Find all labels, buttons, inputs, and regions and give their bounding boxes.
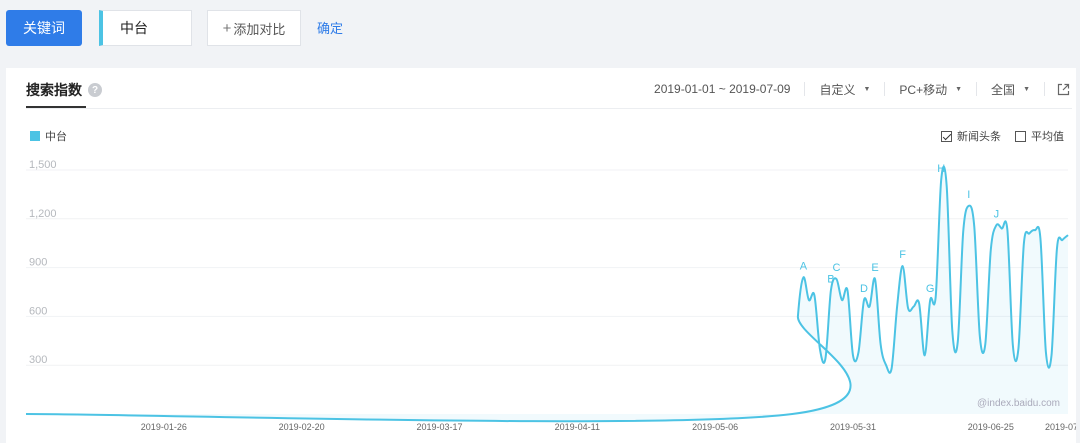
search-index-chart: 300 600 900 1,200 1,500 2019-01-26 2019-02-20 2… (25, 159, 1076, 432)
x-tick-label: 2019-05-31 (830, 422, 876, 432)
y-tick-label: 600 (29, 305, 47, 317)
annotation-label: G (926, 283, 935, 295)
y-tick-label: 1,500 (29, 159, 57, 171)
add-compare-button[interactable]: + 添加对比 (207, 10, 301, 46)
keyword-value: 中台 (120, 20, 148, 36)
plus-icon: + (222, 19, 232, 37)
watermark: @index.baidu.com (977, 398, 1060, 409)
x-tick-label: 2019-04-11 (555, 422, 600, 432)
annotation-label: E (871, 262, 878, 274)
x-tick-label: 2019-02-20 (279, 422, 325, 432)
x-tick-label: 2019-03-17 (416, 422, 462, 432)
annotation-label: A (800, 260, 808, 272)
y-tick-label: 900 (29, 257, 47, 269)
annotation-label: F (899, 249, 906, 261)
search-index-panel: 搜索指数 ? 2019-01-01 ~ 2019-07-09 自定义 ▼ PC+… (6, 68, 1076, 443)
keyword-button[interactable]: 关键词 (6, 10, 82, 46)
x-tick-label: 2019-01-26 (141, 422, 187, 432)
series-area (26, 166, 1068, 422)
annotation-label: D (860, 283, 868, 295)
x-tick-label: 2019-07-09 (1045, 422, 1076, 432)
y-tick-label: 1,200 (29, 208, 57, 220)
annotation-label: J (994, 208, 1000, 220)
add-compare-label: 添加对比 (233, 21, 286, 37)
confirm-link[interactable]: 确定 (317, 18, 343, 37)
keyword-tag[interactable]: 中台 (99, 10, 192, 46)
y-tick-label: 300 (29, 354, 47, 366)
x-tick-label: 2019-05-06 (692, 422, 738, 432)
annotation-label: C (832, 262, 840, 274)
annotation-label: I (967, 189, 970, 201)
annotation-label: H (937, 163, 945, 175)
x-tick-label: 2019-06-25 (968, 422, 1014, 432)
annotation-label: B (827, 273, 834, 285)
